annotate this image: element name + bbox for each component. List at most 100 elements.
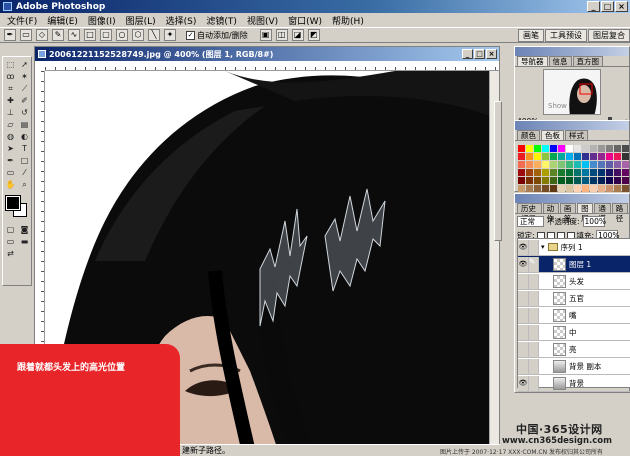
lasso-tool-icon[interactable]: ꝏ <box>4 71 17 82</box>
rectangle-icon[interactable]: □ <box>84 29 96 41</box>
color-swatch[interactable] <box>606 169 613 176</box>
color-swatch[interactable] <box>614 169 621 176</box>
full-screen-mode-icon[interactable]: ▬ <box>18 236 31 247</box>
navigator-thumbnail[interactable]: Show <box>543 69 601 115</box>
expand-triangle-icon[interactable]: ▾ <box>541 243 545 251</box>
tab-brushes[interactable]: 画笔 <box>559 203 577 223</box>
marquee-tool-icon[interactable]: ⬚ <box>4 59 17 70</box>
jump-to-imageready-icon[interactable]: ⇄ <box>4 248 17 259</box>
menu-file[interactable]: 文件(F) <box>2 14 42 27</box>
hand-tool-icon[interactable]: ✋ <box>4 179 17 190</box>
color-swatch[interactable] <box>558 185 565 192</box>
screen-mode-icon[interactable]: ▭ <box>4 236 17 247</box>
color-swatch[interactable] <box>534 161 541 168</box>
visibility-eye-icon[interactable] <box>518 273 529 289</box>
path-selection-tool-icon[interactable]: ➤ <box>4 143 17 154</box>
magic-wand-tool-icon[interactable]: ✶ <box>18 71 31 82</box>
color-swatch[interactable] <box>566 169 573 176</box>
color-swatch[interactable] <box>542 161 549 168</box>
visibility-eye-icon[interactable]: 👁 <box>518 256 529 272</box>
color-swatch[interactable] <box>526 185 533 192</box>
color-swatch[interactable] <box>582 153 589 160</box>
color-swatch[interactable] <box>566 153 573 160</box>
color-swatch[interactable] <box>614 153 621 160</box>
color-swatch[interactable] <box>534 177 541 184</box>
path-exclude-icon[interactable]: ◩ <box>307 29 320 41</box>
well-tab-tool-presets[interactable]: 工具预设 <box>545 29 587 42</box>
tab-navigator[interactable]: 导航器 <box>517 56 548 66</box>
layer-link-cell[interactable] <box>529 375 539 391</box>
color-swatch[interactable] <box>598 145 605 152</box>
color-swatch[interactable] <box>582 169 589 176</box>
color-swatch[interactable] <box>622 161 629 168</box>
color-swatch[interactable] <box>574 185 581 192</box>
tab-styles[interactable]: 样式 <box>565 130 588 140</box>
color-swatch[interactable] <box>590 161 597 168</box>
pen-icon[interactable]: ✎ <box>52 29 64 41</box>
menu-filter[interactable]: 滤镜(T) <box>201 14 242 27</box>
color-swatch[interactable] <box>558 161 565 168</box>
color-swatch[interactable] <box>550 185 557 192</box>
layer-row[interactable]: 👁 ✎ 图层 1 <box>518 256 630 273</box>
pen-tool-icon-toolbox[interactable]: ✒ <box>4 155 17 166</box>
polygon-icon[interactable]: ⬡ <box>132 29 144 41</box>
color-swatch[interactable] <box>590 169 597 176</box>
color-swatch[interactable] <box>582 145 589 152</box>
tab-channels[interactable]: 通道 <box>594 203 611 223</box>
color-swatch[interactable] <box>622 185 629 192</box>
color-swatch[interactable] <box>598 177 605 184</box>
color-swatch[interactable] <box>614 177 621 184</box>
color-swatch[interactable] <box>622 177 629 184</box>
layer-row[interactable]: 👁 ▾ 序列 1 <box>518 239 630 256</box>
layer-link-cell[interactable] <box>529 290 539 306</box>
color-swatch[interactable] <box>558 153 565 160</box>
color-swatch[interactable] <box>550 161 557 168</box>
color-swatch[interactable] <box>518 177 525 184</box>
color-swatch[interactable] <box>614 145 621 152</box>
document-title-bar[interactable]: 20061221152528749.jpg @ 400% (图层 1, RGB/… <box>35 47 499 61</box>
color-swatch[interactable] <box>574 153 581 160</box>
menu-image[interactable]: 图像(I) <box>83 14 121 27</box>
color-swatch[interactable] <box>590 177 597 184</box>
blur-tool-icon[interactable]: ◍ <box>4 131 17 142</box>
color-swatch[interactable] <box>566 145 573 152</box>
visibility-eye-icon[interactable] <box>518 307 529 323</box>
notes-tool-icon[interactable]: ▭ <box>4 167 17 178</box>
type-tool-icon[interactable]: T <box>18 143 31 154</box>
layer-link-cell[interactable] <box>529 273 539 289</box>
tab-swatches[interactable]: 色板 <box>541 130 564 140</box>
color-swatch[interactable] <box>566 177 573 184</box>
tab-layers[interactable]: 图层 <box>577 203 594 223</box>
blend-mode-select[interactable]: 正常 <box>517 216 544 227</box>
freeform-pen-icon[interactable]: ∿ <box>68 29 80 41</box>
layer-row[interactable]: 五官 <box>518 290 630 307</box>
maximize-button[interactable]: □ <box>601 1 614 12</box>
slice-tool-icon[interactable]: ⟋ <box>18 83 31 94</box>
color-swatch[interactable] <box>526 169 533 176</box>
color-swatch[interactable] <box>526 177 533 184</box>
color-swatches[interactable] <box>3 195 31 222</box>
layer-link-cell[interactable]: ✎ <box>529 256 539 272</box>
menu-help[interactable]: 帮助(H) <box>327 14 369 27</box>
tab-history[interactable]: 历史记录 <box>517 203 542 223</box>
close-button[interactable]: × <box>615 1 628 12</box>
color-swatch[interactable] <box>582 185 589 192</box>
color-swatch[interactable] <box>558 177 565 184</box>
color-swatch[interactable] <box>606 153 613 160</box>
color-swatch[interactable] <box>526 153 533 160</box>
dodge-tool-icon[interactable]: ◐ <box>18 131 31 142</box>
color-swatch[interactable] <box>542 153 549 160</box>
color-swatch[interactable] <box>534 185 541 192</box>
tab-actions[interactable]: 动作 <box>542 203 559 223</box>
color-swatch[interactable] <box>534 145 541 152</box>
auto-add-delete-checkbox[interactable]: ✓ <box>186 30 195 40</box>
menu-layer[interactable]: 图层(L) <box>121 14 161 27</box>
gradient-tool-icon[interactable]: ▤ <box>18 119 31 130</box>
crop-tool-icon[interactable]: ⌗ <box>4 83 17 94</box>
opacity-input[interactable]: 100% <box>582 216 606 227</box>
color-swatch[interactable] <box>598 161 605 168</box>
color-swatch[interactable] <box>518 153 525 160</box>
well-tab-brushes[interactable]: 画笔 <box>518 29 544 42</box>
color-swatch[interactable] <box>558 169 565 176</box>
ellipse-icon[interactable]: ○ <box>116 29 128 41</box>
